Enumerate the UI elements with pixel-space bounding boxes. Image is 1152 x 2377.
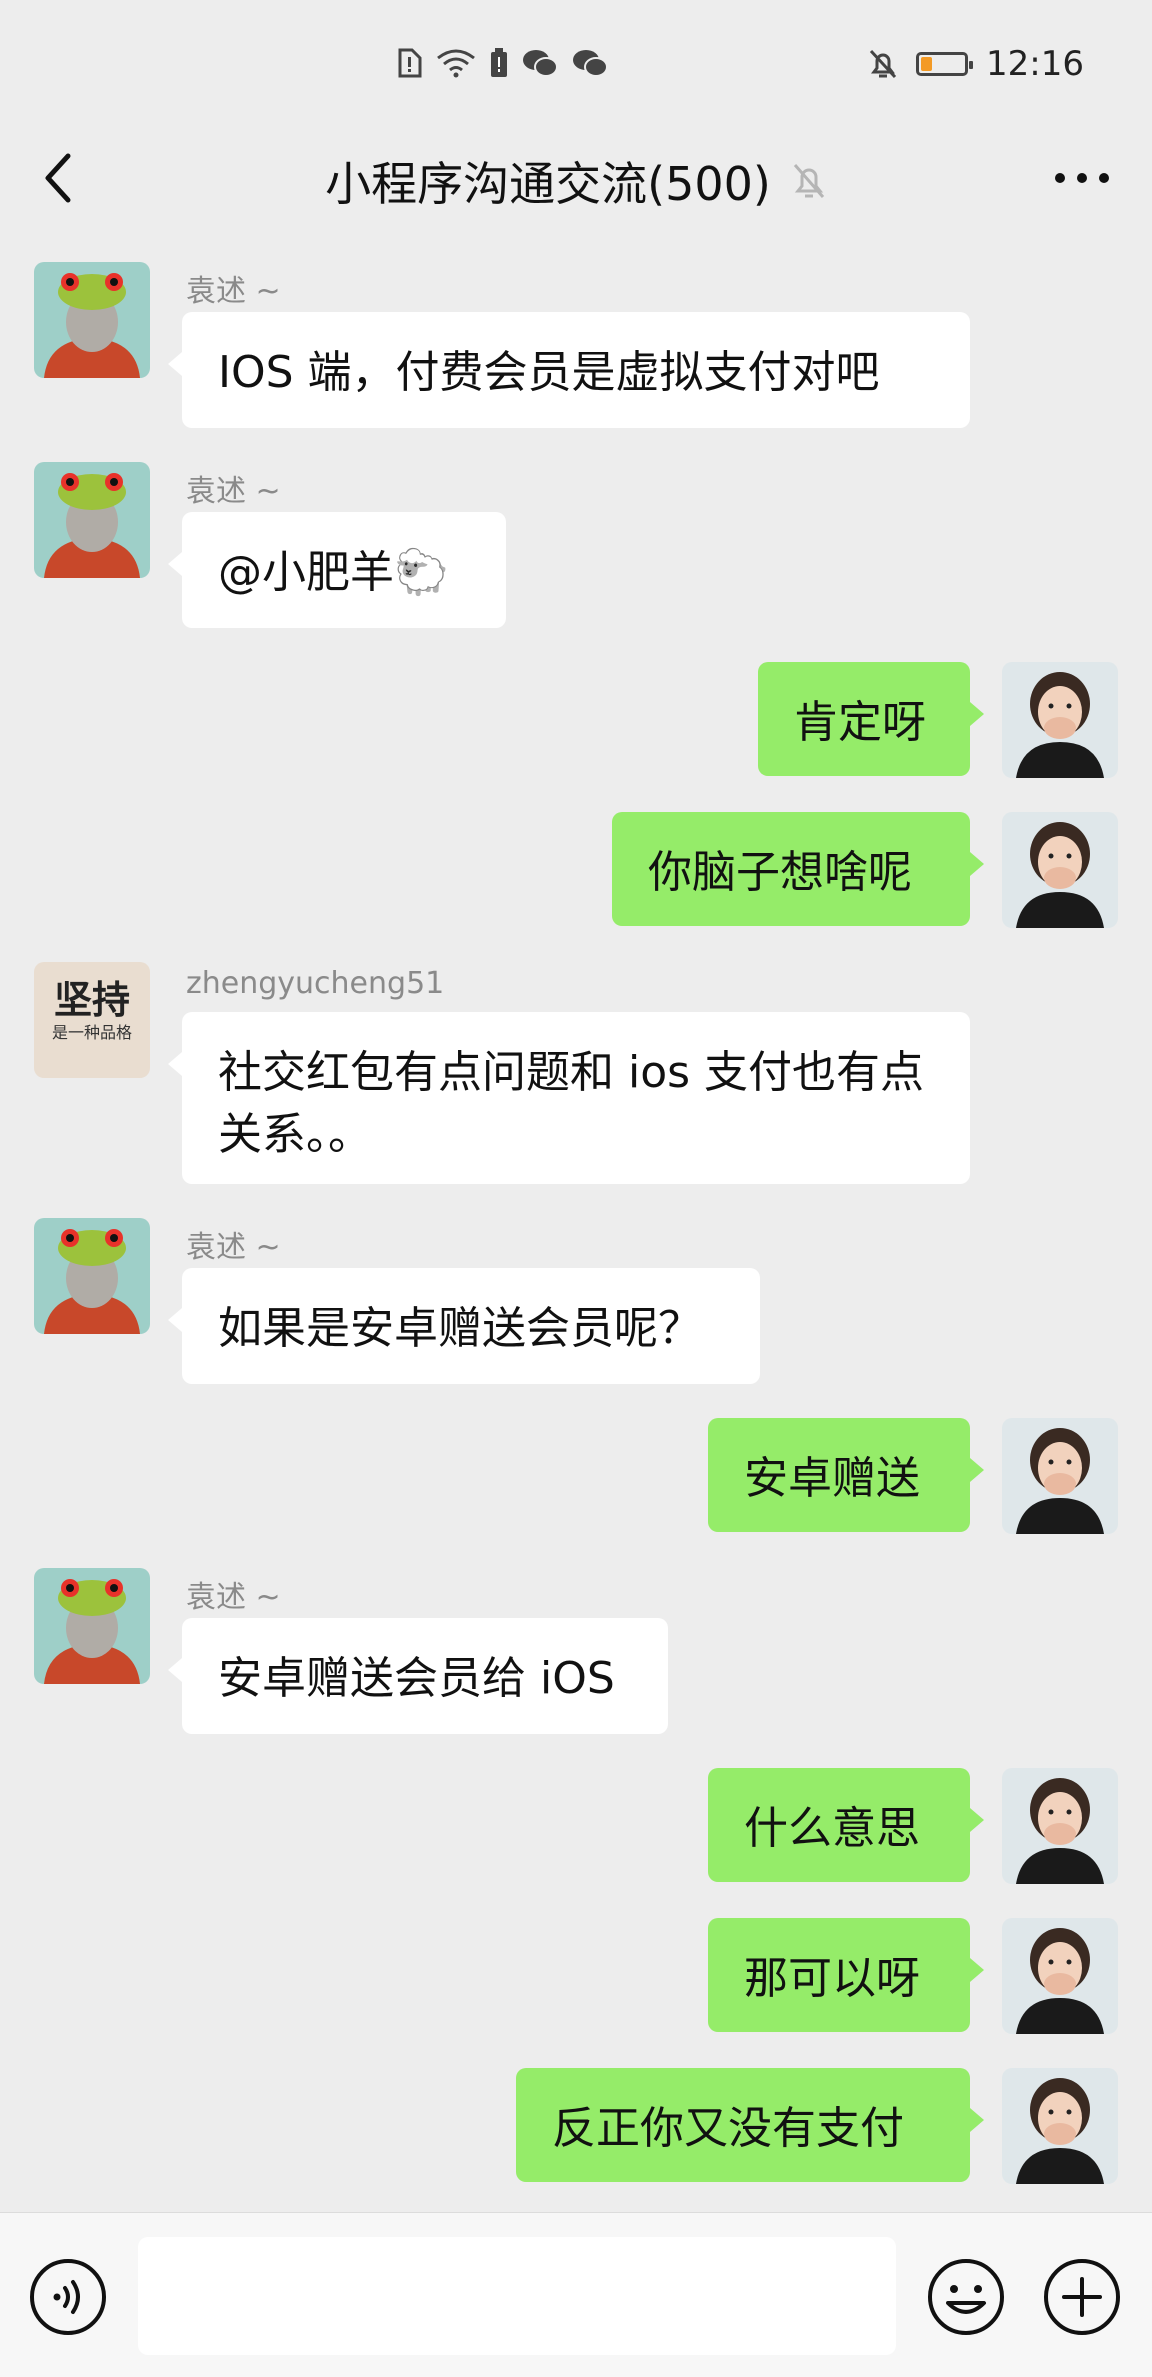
message-bubble-incoming[interactable]: @小肥羊🐑 xyxy=(168,512,506,628)
avatar-card-subtitle: 是一种品格 xyxy=(51,1023,132,1042)
message-bubble-outgoing[interactable]: 什么意思 xyxy=(708,1768,984,1882)
avatar-self[interactable] xyxy=(1002,2068,1118,2184)
message-bubble-outgoing[interactable]: 反正你又没有支付 xyxy=(516,2068,984,2182)
avatar-self[interactable] xyxy=(1002,1768,1118,1884)
message-bubble-outgoing[interactable]: 安卓赠送 xyxy=(708,1418,984,1532)
message-bubble-incoming[interactable]: 安卓赠送会员给 iOS xyxy=(168,1618,668,1734)
avatar-self[interactable] xyxy=(1002,1418,1118,1534)
battery-fill xyxy=(921,57,933,71)
message-bubble-outgoing[interactable]: 肯定呀 xyxy=(758,662,984,776)
plus-icon[interactable] xyxy=(1042,2257,1122,2337)
sender-name: 袁述 ~ xyxy=(186,474,281,509)
avatar-frog[interactable] xyxy=(34,1218,150,1334)
chat-title-area: 小程序沟通交流(500) xyxy=(0,148,1152,214)
status-bar: 12:16 xyxy=(0,0,1152,130)
chat-header: 小程序沟通交流(500) xyxy=(0,130,1152,226)
avatar-self[interactable] xyxy=(1002,812,1118,928)
bell-off-icon xyxy=(793,164,824,198)
sim-alert-icon xyxy=(398,48,422,78)
message-bubble-incoming[interactable]: IOS 端，付费会员是虚拟支付对吧 xyxy=(168,312,970,428)
more-dots-icon[interactable] xyxy=(1050,154,1114,202)
avatar-frog[interactable] xyxy=(34,262,150,378)
sender-name: 袁述 ~ xyxy=(186,1580,281,1615)
status-right: 12:16 xyxy=(868,44,1084,84)
battery-saver-icon xyxy=(491,48,507,77)
input-bar xyxy=(0,2212,1152,2377)
mute-icon xyxy=(869,49,897,79)
wechat-notification-icon xyxy=(573,50,608,77)
message-bubble-outgoing[interactable]: 那可以呀 xyxy=(708,1918,984,2032)
status-icons xyxy=(396,48,608,78)
avatar-card-title: 坚持 xyxy=(53,978,130,1022)
message-bubble-incoming[interactable]: 社交红包有点问题和 ios 支付也有点关系。。 xyxy=(168,1012,970,1184)
battery-indicator xyxy=(916,52,974,76)
message-input[interactable] xyxy=(138,2237,896,2355)
sender-name: 袁述 ~ xyxy=(186,1230,281,1265)
avatar-self[interactable] xyxy=(1002,1918,1118,2034)
wechat-notification-icon xyxy=(523,50,558,77)
message-bubble-outgoing[interactable]: 你脑子想啥呢 xyxy=(612,812,984,926)
voice-icon[interactable] xyxy=(28,2257,108,2337)
clock: 12:16 xyxy=(986,44,1084,84)
avatar-frog[interactable] xyxy=(34,1568,150,1684)
message-bubble-incoming[interactable]: 如果是安卓赠送会员呢？ xyxy=(168,1268,760,1384)
avatar-self[interactable] xyxy=(1002,662,1118,778)
avatar-text-card[interactable]: 坚持 是一种品格 xyxy=(34,962,150,1078)
sender-name: 袁述 ~ xyxy=(186,274,281,309)
sender-name: zhengyucheng51 xyxy=(186,966,445,1001)
emoji-icon[interactable] xyxy=(926,2257,1006,2337)
avatar-frog[interactable] xyxy=(34,462,150,578)
chat-title: 小程序沟通交流(500) xyxy=(325,157,771,211)
wifi-icon xyxy=(437,49,475,78)
